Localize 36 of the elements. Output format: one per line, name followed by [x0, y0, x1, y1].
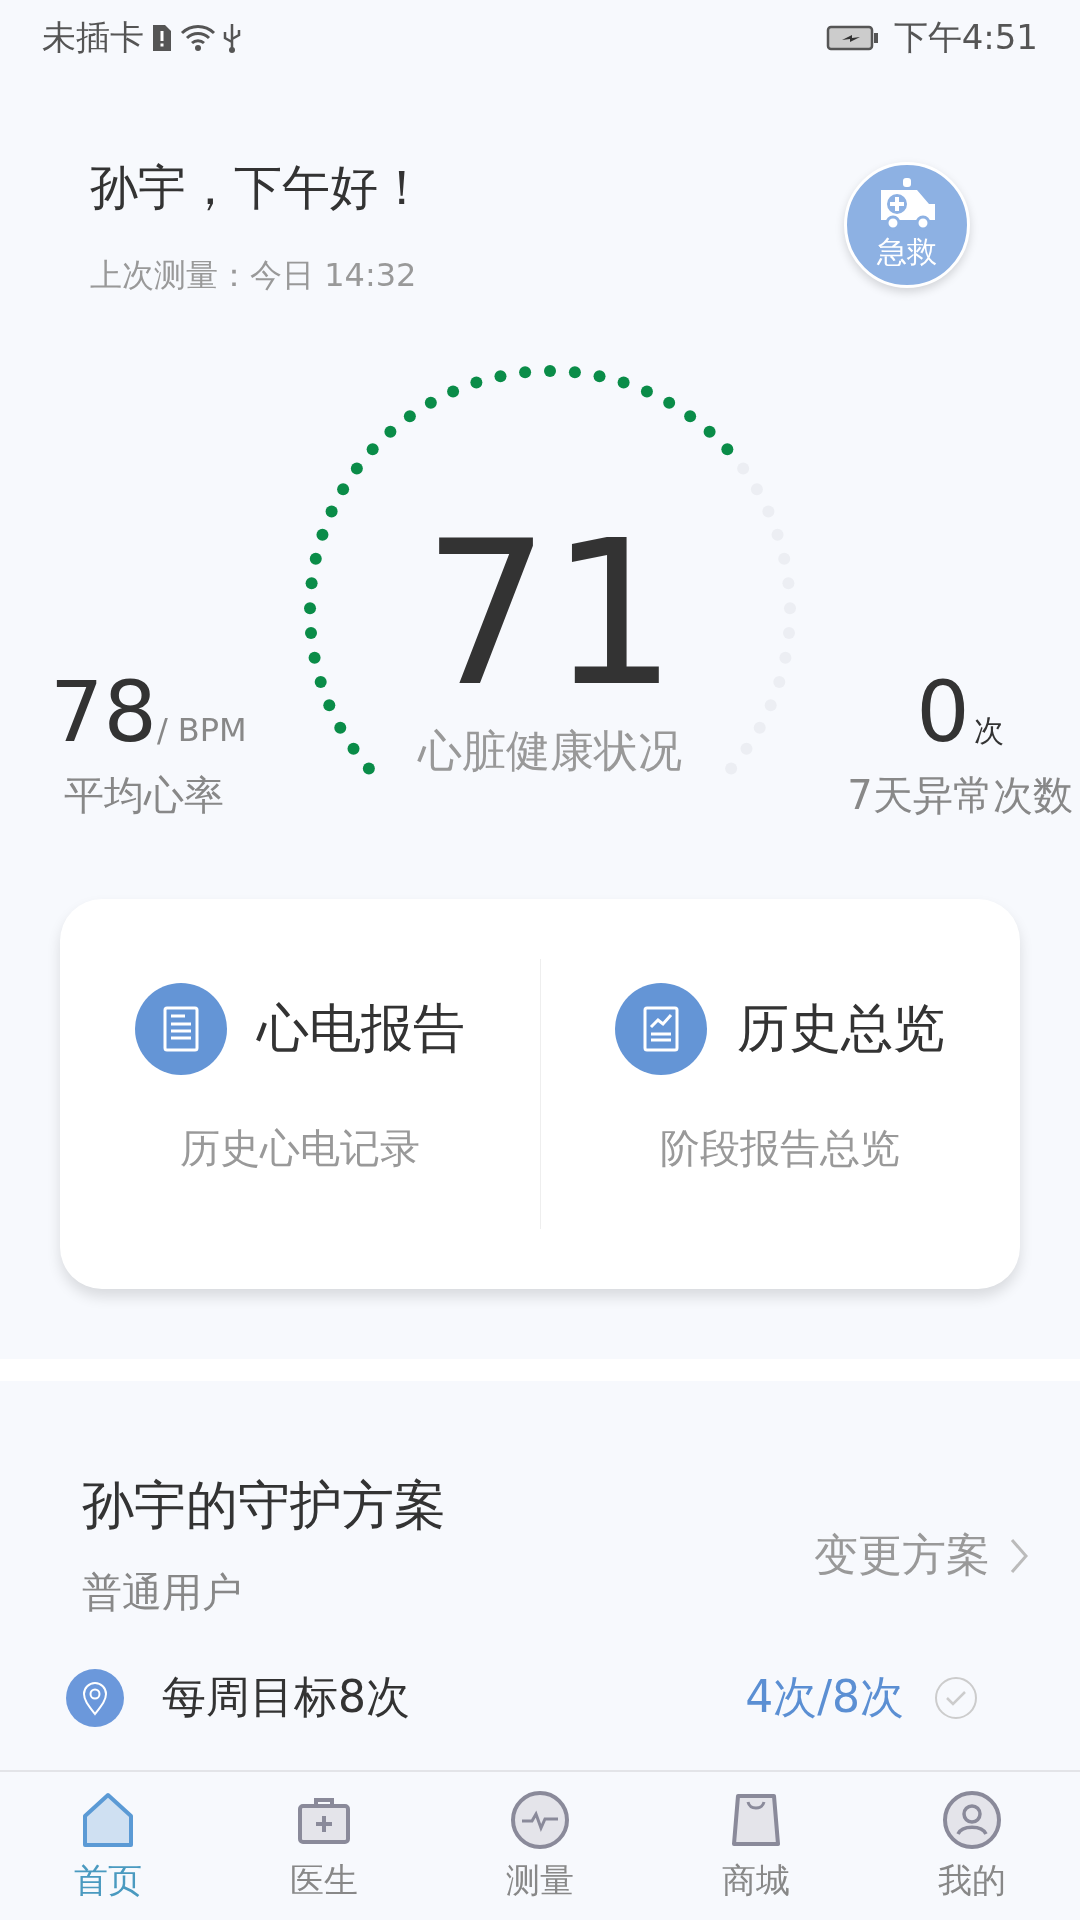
stat-unit: 次	[973, 713, 1004, 748]
battery-icon	[825, 24, 880, 52]
clock-text: 下午4:51	[893, 16, 1038, 59]
document-icon	[615, 982, 708, 1075]
tab-item[interactable]: 商城	[648, 1772, 864, 1920]
location-pin-icon	[66, 1668, 124, 1727]
tab-item[interactable]: 测量	[432, 1772, 648, 1920]
tab-item[interactable]: 医生	[216, 1772, 432, 1920]
stat-value: 78	[50, 663, 157, 761]
card-title-link[interactable]: 心电报告	[256, 993, 465, 1064]
carrier-text: 未插卡	[42, 16, 144, 59]
goal-text: 每周目标8次	[162, 1670, 411, 1724]
card-subtitle: 阶段报告总览	[660, 1123, 901, 1173]
card-title-link[interactable]: 历史总览	[737, 993, 946, 1064]
user-icon	[940, 1788, 1004, 1852]
stat-unit: / BPM	[156, 711, 247, 749]
goal-progress-text: 4次/8次	[745, 1670, 904, 1724]
tab-item[interactable]: 首页	[0, 1772, 216, 1920]
heartbeat-icon	[508, 1788, 572, 1852]
gauge-label: 心脏健康状况	[418, 724, 682, 778]
usb-icon	[222, 22, 242, 54]
stat-value: 0	[916, 663, 970, 761]
greeting-text: 孙宇，下午好！	[90, 158, 426, 217]
stat-label: 7天异常次数	[846, 771, 1074, 820]
stat-label: 平均心率	[64, 771, 225, 820]
user-level-text: 普通用户	[82, 1568, 243, 1617]
tab-item[interactable]: 我的	[864, 1772, 1080, 1920]
score-text: 71	[422, 514, 678, 714]
emergency-button[interactable]: 急救	[844, 162, 970, 288]
document-icon	[134, 982, 227, 1075]
change-plan-link[interactable]: 变更方案	[814, 1526, 1030, 1585]
last-measure-text: 上次测量：今日 14:32	[90, 255, 418, 296]
sim-alert-icon	[150, 23, 174, 53]
wifi-icon	[180, 23, 216, 53]
card-subtitle: 历史心电记录	[179, 1123, 420, 1173]
plan-title: 孙宇的守护方案	[82, 1474, 446, 1537]
